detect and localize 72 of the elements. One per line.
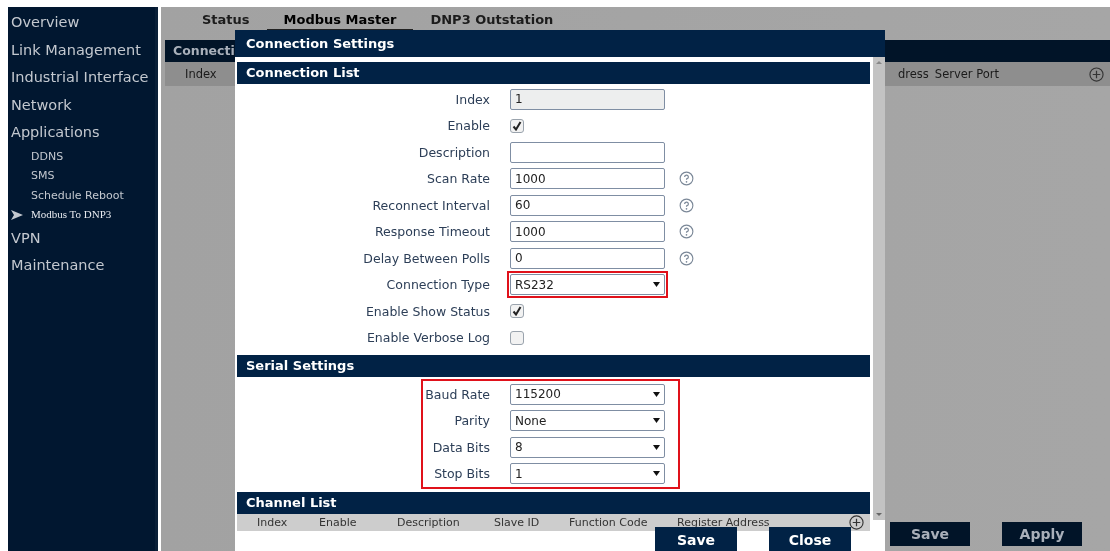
sidebar-subitem[interactable]: SMS xyxy=(11,166,155,186)
field-label: Enable Show Status xyxy=(364,303,491,319)
caret-icon xyxy=(653,418,660,424)
page-button[interactable]: Save xyxy=(890,522,970,546)
index-field[interactable]: 1 xyxy=(510,88,665,110)
select-field[interactable]: 8 xyxy=(510,436,665,458)
text-field[interactable] xyxy=(510,141,665,163)
text-field[interactable]: 0 xyxy=(510,247,665,269)
field-label: Parity xyxy=(453,413,491,429)
text-field[interactable]: 60 xyxy=(510,194,665,216)
column-header: Function Code xyxy=(569,516,649,529)
add-icon[interactable] xyxy=(849,515,864,530)
field-label: Description xyxy=(417,144,491,160)
scroll-down-icon[interactable] xyxy=(875,512,883,517)
sidebar-item[interactable]: Applications xyxy=(11,119,155,147)
sidebar-item[interactable]: Network xyxy=(11,91,155,119)
caret-icon xyxy=(653,391,660,397)
sidebar-item[interactable]: Overview xyxy=(11,9,155,37)
column-header: Slave ID xyxy=(494,516,541,529)
sidebar-item[interactable]: Link Management xyxy=(11,36,155,64)
text-field[interactable]: 1000 xyxy=(510,221,665,243)
column-header: Enable xyxy=(319,516,358,529)
checkbox[interactable] xyxy=(510,330,524,345)
arrow-icon xyxy=(11,209,23,220)
caret-icon xyxy=(653,282,660,288)
field-label: Enable xyxy=(446,118,491,134)
checkbox[interactable] xyxy=(510,118,524,133)
dialog-button[interactable]: Save xyxy=(655,527,737,551)
help-icon[interactable] xyxy=(679,250,694,266)
column-header: dress xyxy=(898,67,929,81)
section-header: Serial Settings xyxy=(237,355,870,377)
field-label: Enable Verbose Log xyxy=(365,330,491,346)
sidebar-item[interactable]: Industrial Interface xyxy=(11,64,155,92)
sidebar-subitem[interactable]: Modbus To DNP3 xyxy=(11,205,155,225)
section-header: Connection List xyxy=(237,62,870,84)
checkbox[interactable] xyxy=(510,304,524,319)
field-label: Response Timeout xyxy=(373,224,491,240)
scroll-up-icon[interactable] xyxy=(875,60,883,65)
section-header: Channel List xyxy=(237,492,870,514)
field-label: Scan Rate xyxy=(425,171,491,187)
tab[interactable]: Status xyxy=(185,10,267,32)
caret-icon xyxy=(653,444,660,450)
select-field[interactable]: RS232 xyxy=(510,274,665,296)
help-icon[interactable] xyxy=(679,171,694,187)
select-field[interactable]: 115200 xyxy=(510,383,665,405)
page-button[interactable]: Apply xyxy=(1002,522,1082,546)
field-label: Connection Type xyxy=(385,277,491,293)
field-label: Delay Between Polls xyxy=(362,250,491,266)
text-field[interactable]: 1000 xyxy=(510,168,665,190)
column-header: Index xyxy=(257,516,289,529)
dialog-button[interactable]: Close xyxy=(769,527,851,551)
dialog-title: Connection Settings xyxy=(235,30,885,57)
column-header: Server Port xyxy=(934,67,999,81)
column-header: Register Address xyxy=(677,516,771,529)
caret-icon xyxy=(653,471,660,477)
field-label: Reconnect Interval xyxy=(371,197,491,213)
field-label: Index xyxy=(454,91,491,107)
field-label: Data Bits xyxy=(431,439,491,455)
sidebar-item[interactable]: Maintenance xyxy=(11,252,155,280)
column-header: Description xyxy=(397,516,461,529)
sidebar-subitem[interactable]: Schedule Reboot xyxy=(11,185,155,205)
field-label: Baud Rate xyxy=(424,386,491,402)
column-header: Index xyxy=(185,67,217,81)
sidebar-subitem[interactable]: DDNS xyxy=(11,146,155,166)
scrollbar[interactable] xyxy=(873,57,885,520)
tab[interactable]: DNP3 Outstation xyxy=(413,10,571,32)
help-icon[interactable] xyxy=(679,224,694,240)
help-icon[interactable] xyxy=(679,197,694,213)
field-label: Stop Bits xyxy=(433,466,491,482)
select-field[interactable]: 1 xyxy=(510,463,665,485)
select-field[interactable]: None xyxy=(510,410,665,432)
sidebar-item[interactable]: VPN xyxy=(11,224,155,252)
